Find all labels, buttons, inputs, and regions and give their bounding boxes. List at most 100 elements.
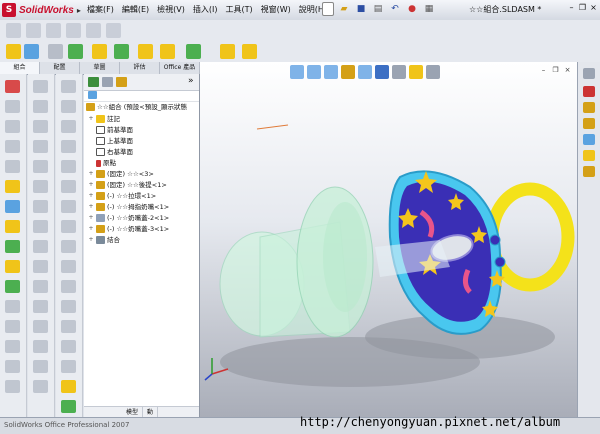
- extend-surface-icon[interactable]: [61, 320, 76, 333]
- linear-pattern-icon[interactable]: [114, 44, 129, 59]
- component-icon[interactable]: [24, 44, 39, 59]
- feature-tree-tab-icon[interactable]: [88, 77, 99, 87]
- save-icon[interactable]: ■: [354, 2, 368, 16]
- planar-surface-icon[interactable]: [61, 200, 76, 213]
- menu-edit[interactable]: 編輯(E): [118, 3, 153, 17]
- sketch-tool-icon[interactable]: [5, 80, 20, 93]
- smart-fasteners-icon[interactable]: [106, 23, 121, 38]
- minimize-icon[interactable]: –: [567, 3, 576, 13]
- menu-tools[interactable]: 工具(T): [221, 3, 256, 17]
- filter-icon[interactable]: [88, 91, 97, 99]
- shell-icon[interactable]: [33, 200, 48, 213]
- trim-tool-icon[interactable]: [5, 200, 20, 213]
- tab-assembly[interactable]: 組合: [0, 62, 40, 74]
- design-library-icon[interactable]: [583, 102, 595, 113]
- tree-item[interactable]: + 結合: [88, 235, 120, 245]
- assembly-icon[interactable]: [6, 44, 21, 59]
- hide-show-icon[interactable]: [48, 44, 63, 59]
- open-folder-icon[interactable]: ▰: [337, 2, 351, 16]
- fillet-tool-icon[interactable]: [5, 360, 20, 373]
- hole-icon[interactable]: [33, 180, 48, 193]
- search-icon[interactable]: [583, 134, 595, 145]
- section-view-icon[interactable]: [242, 44, 257, 59]
- surface-revolve-icon[interactable]: [61, 100, 76, 113]
- undo-icon[interactable]: ↶: [388, 2, 402, 16]
- rib-icon[interactable]: [33, 240, 48, 253]
- explode-view-icon[interactable]: [138, 44, 153, 59]
- tree-item[interactable]: + (固定) ☆☆後提<1>: [88, 180, 167, 190]
- offset-surface-icon[interactable]: [61, 220, 76, 233]
- draft-icon[interactable]: [33, 220, 48, 233]
- surface-extrude-icon[interactable]: [61, 80, 76, 93]
- chamfer-tool-icon[interactable]: [5, 380, 20, 393]
- file-explorer-icon[interactable]: [583, 118, 595, 129]
- add-in-icon[interactable]: [61, 380, 76, 393]
- interference-icon[interactable]: [160, 44, 175, 59]
- split-icon[interactable]: [33, 360, 48, 373]
- chevron-right-icon[interactable]: »: [188, 76, 194, 86]
- property-tab-icon[interactable]: [102, 77, 113, 87]
- resources-icon[interactable]: [583, 86, 595, 97]
- tree-item[interactable]: + (固定) ☆☆<3>: [88, 169, 154, 179]
- fill-surface-icon[interactable]: [61, 180, 76, 193]
- close-icon[interactable]: ×: [589, 3, 598, 13]
- graphics-viewport[interactable]: – ❐ ×: [200, 62, 577, 417]
- edit-component-icon[interactable]: [6, 23, 21, 38]
- tree-item[interactable]: + (-) ☆☆奶嘴蓋-2<1>: [88, 213, 169, 223]
- expand-icon[interactable]: +: [88, 235, 94, 245]
- scale-icon[interactable]: [33, 340, 48, 353]
- tree-item[interactable]: 原點: [88, 158, 116, 168]
- dome-icon[interactable]: [33, 260, 48, 273]
- macro-icon[interactable]: [61, 400, 76, 413]
- expand-icon[interactable]: +: [88, 224, 94, 234]
- config-tab-icon[interactable]: [116, 77, 127, 87]
- tree-root[interactable]: ☆☆組合 (預設<預設_顯示狀態: [84, 102, 187, 112]
- revolve-icon[interactable]: [33, 100, 48, 113]
- print-icon[interactable]: ▤: [371, 2, 385, 16]
- expand-icon[interactable]: +: [88, 114, 94, 124]
- circle-tool-icon[interactable]: [5, 140, 20, 153]
- loft-icon[interactable]: [33, 140, 48, 153]
- appearances-icon[interactable]: [583, 166, 595, 177]
- traffic-light-icon[interactable]: ●: [405, 2, 419, 16]
- combine-icon[interactable]: [33, 380, 48, 393]
- tab-evaluate[interactable]: 評估: [120, 62, 160, 74]
- offset-tool-icon[interactable]: [5, 220, 20, 233]
- relations-tool-icon[interactable]: [5, 280, 20, 293]
- tab-layout[interactable]: 配置: [40, 62, 80, 74]
- home-icon[interactable]: [583, 68, 595, 79]
- boundary-surface-icon[interactable]: [61, 160, 76, 173]
- surface-sweep-icon[interactable]: [61, 120, 76, 133]
- tree-item[interactable]: 右基準面: [88, 147, 133, 157]
- tree-item[interactable]: 上基準面: [88, 136, 133, 146]
- flex-icon[interactable]: [33, 300, 48, 313]
- options-icon[interactable]: ▦: [422, 2, 436, 16]
- restore-icon[interactable]: ❐: [578, 3, 587, 13]
- move-component-icon[interactable]: [66, 23, 81, 38]
- expand-icon[interactable]: +: [88, 213, 94, 223]
- sweep-icon[interactable]: [33, 120, 48, 133]
- new-document-icon[interactable]: [322, 2, 334, 16]
- pattern-tool-icon[interactable]: [5, 300, 20, 313]
- tree-item[interactable]: 前基準面: [88, 125, 133, 135]
- line-tool-icon[interactable]: [5, 100, 20, 113]
- mate-icon[interactable]: [46, 23, 61, 38]
- materials-icon[interactable]: [220, 44, 235, 59]
- delete-face-icon[interactable]: [61, 260, 76, 273]
- arc-tool-icon[interactable]: [5, 160, 20, 173]
- move-tool-icon[interactable]: [5, 320, 20, 333]
- sketch-icon[interactable]: [186, 44, 201, 59]
- menu-insert[interactable]: 插入(I): [189, 3, 222, 17]
- menu-window[interactable]: 視窗(W): [257, 3, 295, 17]
- insert-component-icon[interactable]: [26, 23, 41, 38]
- rotate-component-icon[interactable]: [86, 23, 101, 38]
- expand-icon[interactable]: +: [88, 202, 94, 212]
- extrude-icon[interactable]: [33, 80, 48, 93]
- spline-tool-icon[interactable]: [5, 180, 20, 193]
- thicken-icon[interactable]: [61, 280, 76, 293]
- app-logo[interactable]: S SolidWorks ▸: [2, 2, 81, 18]
- expand-icon[interactable]: +: [88, 169, 94, 179]
- view-palette-icon[interactable]: [583, 150, 595, 161]
- tree-item[interactable]: + (-) ☆☆奶嘴蓋-3<1>: [88, 224, 169, 234]
- pattern-icon[interactable]: [92, 44, 107, 59]
